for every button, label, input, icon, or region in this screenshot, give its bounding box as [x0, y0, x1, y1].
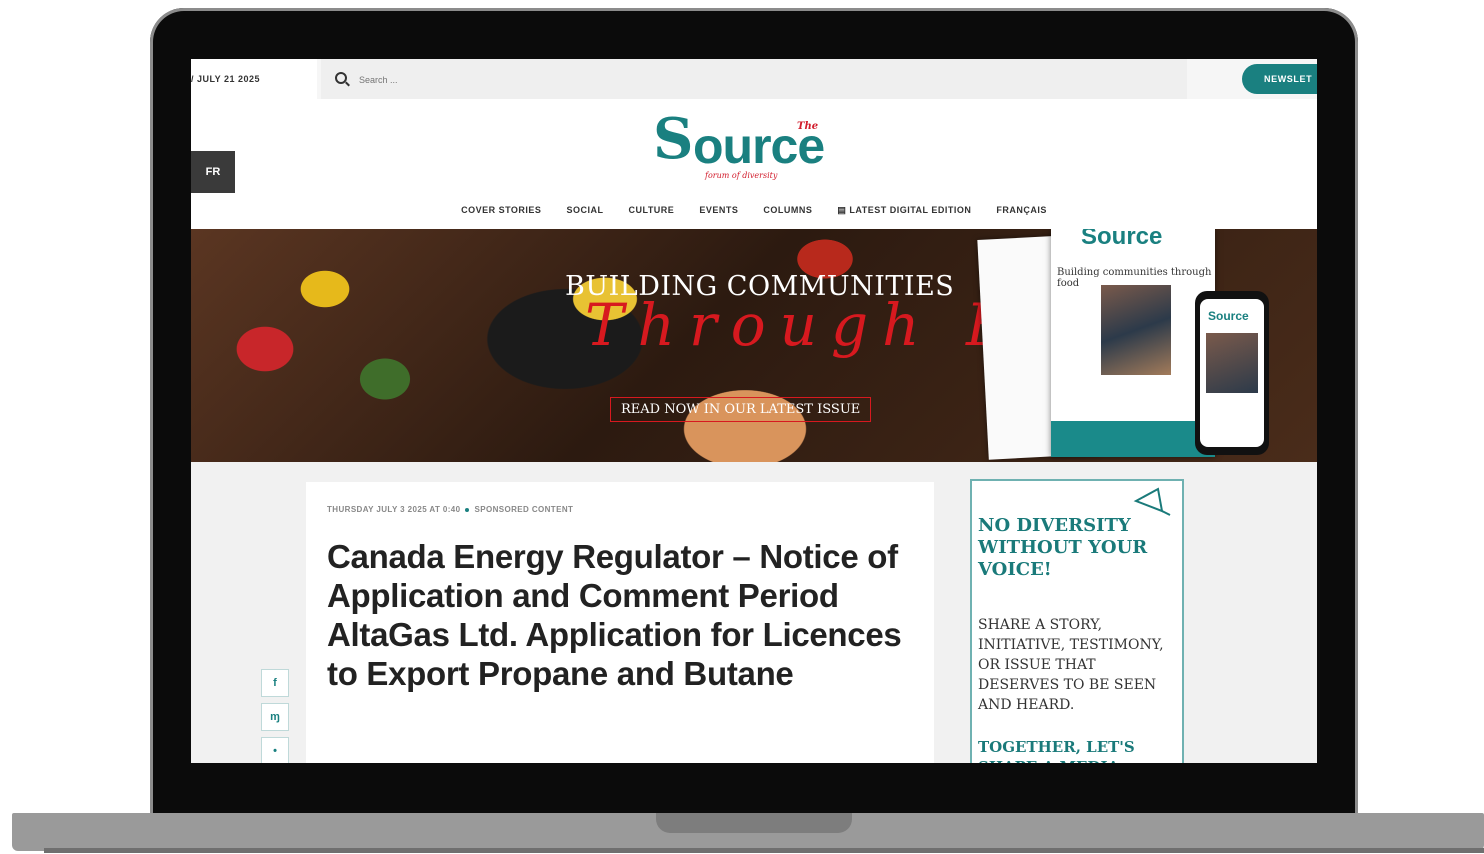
magazine-logo: Source — [1081, 229, 1163, 250]
meta-dot-icon — [465, 507, 470, 512]
nav-item-social[interactable]: SOCIAL — [566, 205, 603, 215]
nav-item-latest-digital-edition[interactable]: ▤ LATEST DIGITAL EDITION — [837, 205, 971, 216]
share-twitter-icon[interactable]: • — [261, 737, 289, 763]
sidebar-heading: NO DIVERSITY WITHOUT YOUR VOICE! — [978, 515, 1148, 580]
nav-item-events[interactable]: EVENTS — [699, 205, 738, 215]
share-bluesky-icon[interactable]: ɱ — [261, 703, 289, 731]
article-card: THURSDAY JULY 3 2025 AT 0:40 SPONSORED CO… — [306, 482, 934, 763]
search-input[interactable] — [357, 59, 961, 101]
hero-banner[interactable]: BUILDING COMMUNITIES Through Food READ N… — [191, 229, 1317, 462]
search-icon — [335, 72, 347, 84]
nav-item-francais[interactable]: FRANÇAIS — [996, 205, 1047, 215]
logo-s: S — [653, 106, 694, 172]
share-facebook-icon[interactable]: f — [261, 669, 289, 697]
laptop-base-shadow — [44, 848, 1484, 853]
sidebar-body: SHARE A STORY, INITIATIVE, TESTIMONY, OR… — [978, 617, 1164, 713]
nav-item-columns[interactable]: COLUMNS — [763, 205, 812, 215]
megaphone-icon — [1133, 487, 1171, 516]
article-category[interactable]: SPONSORED CONTENT — [474, 505, 573, 514]
sidebar-cta: TOGETHER, LET'S SHAPE A MEDIA — [978, 738, 1135, 763]
current-date: / JULY 21 2025 — [191, 59, 317, 99]
article-meta: THURSDAY JULY 3 2025 AT 0:40 SPONSORED CO… — [327, 505, 573, 514]
magazine-cover-front: Source Building communities through food — [1051, 229, 1215, 457]
phone-screen: Source — [1200, 299, 1264, 447]
site-header: FR S ource The forum of diversity COVER … — [191, 99, 1317, 229]
magazine-footer-band — [1051, 421, 1215, 457]
laptop-notch — [656, 813, 852, 833]
phone-photo — [1206, 333, 1258, 393]
magazine-photo — [1101, 285, 1171, 375]
hero-read-now-button[interactable]: READ NOW IN OUR LATEST ISSUE — [610, 397, 872, 422]
site-logo[interactable]: S ource The forum of diversity — [653, 106, 863, 180]
main-nav: COVER STORIES SOCIAL CULTURE EVENTS COLU… — [191, 205, 1317, 216]
phone-logo: Source — [1208, 309, 1249, 323]
nav-item-culture[interactable]: CULTURE — [628, 205, 674, 215]
website-screen: / JULY 21 2025 NEWSLET FR S ource The fo… — [191, 59, 1317, 763]
article-headline: Canada Energy Regulator – Notice of Appl… — [327, 538, 902, 692]
phone-mockup: Source — [1195, 291, 1269, 455]
sidebar-callout[interactable]: NO DIVERSITY WITHOUT YOUR VOICE! SHARE A… — [970, 479, 1184, 763]
newsletter-button[interactable]: NEWSLET — [1242, 64, 1317, 94]
language-toggle-button[interactable]: FR — [191, 151, 235, 193]
search-bar[interactable] — [321, 59, 1187, 101]
article-date: THURSDAY JULY 3 2025 AT 0:40 — [327, 505, 461, 514]
logo-the: The — [797, 121, 819, 132]
top-bar: / JULY 21 2025 NEWSLET — [191, 59, 1317, 101]
logo-tagline: forum of diversity — [705, 171, 778, 180]
nav-item-cover-stories[interactable]: COVER STORIES — [461, 205, 541, 215]
